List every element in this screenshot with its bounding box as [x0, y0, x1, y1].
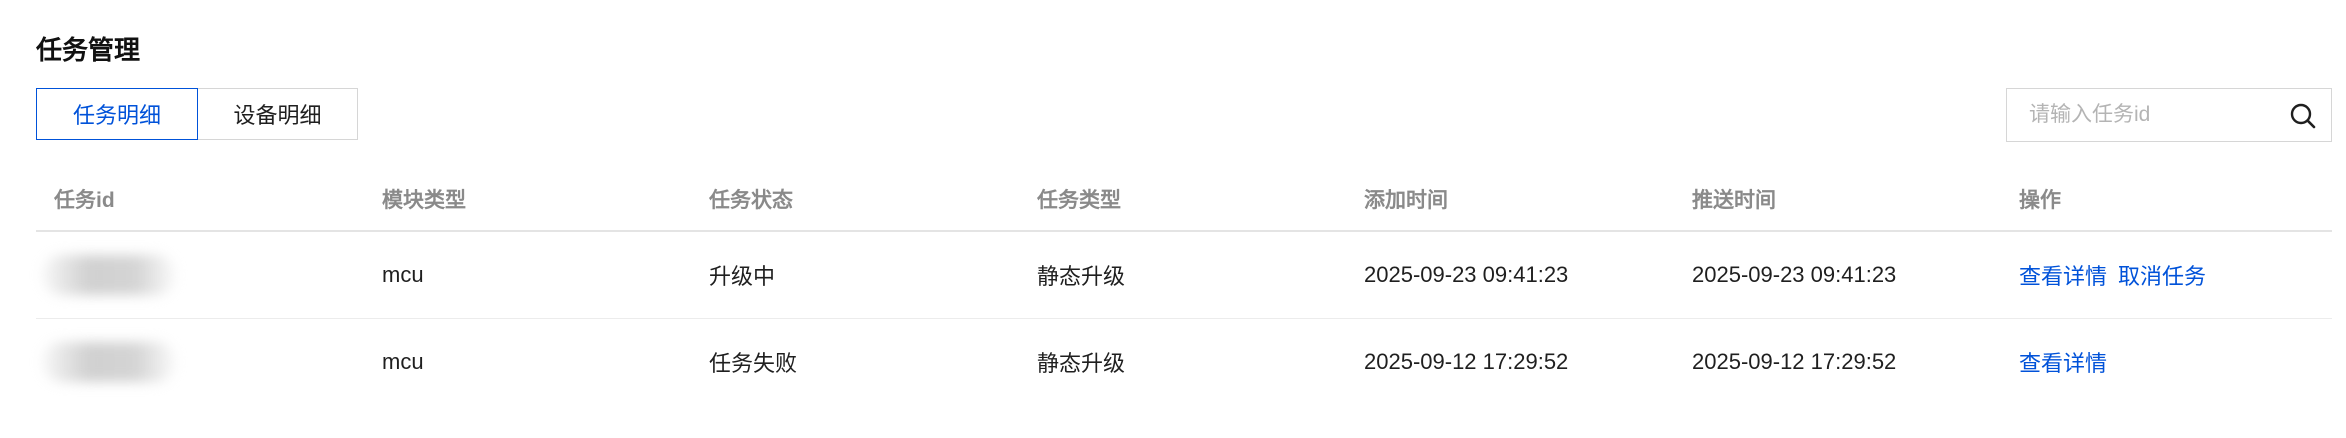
page-title: 任务管理 — [36, 35, 141, 65]
task-type-cell: 静态升级 — [1037, 264, 1126, 289]
task-status-cell: 任务失败 — [709, 351, 798, 376]
table-row: mcu 任务失败 静态升级 2025-09-12 17:29:52 2025-0… — [36, 319, 2332, 405]
module-type-cell: mcu — [382, 349, 424, 374]
search-box — [2006, 88, 2332, 142]
detail-tabs: 任务明细 设备明细 — [36, 88, 358, 140]
table-row: mcu 升级中 静态升级 2025-09-23 09:41:23 2025-09… — [36, 232, 2332, 319]
task-type-cell: 静态升级 — [1037, 351, 1126, 376]
added-time-cell: 2025-09-23 09:41:23 — [1364, 262, 1569, 287]
added-time-cell: 2025-09-12 17:29:52 — [1364, 349, 1569, 374]
cancel-task-link[interactable]: 取消任务 — [2118, 259, 2206, 291]
tab-device-details[interactable]: 设备明细 — [198, 88, 358, 140]
column-header-module-type: 模块类型 — [382, 189, 466, 212]
task-table: 任务id 模块类型 任务状态 任务类型 添加时间 推送时间 操作 mcu 升级中… — [36, 170, 2332, 405]
task-management-page: 任务管理 任务明细 设备明细 任务id 模块类型 任务状态 任务类型 添加时间 … — [0, 0, 2346, 438]
task-status-cell: 升级中 — [709, 264, 776, 289]
column-header-task-id: 任务id — [54, 189, 115, 212]
column-header-task-type: 任务类型 — [1037, 189, 1121, 212]
view-details-link[interactable]: 查看详情 — [2019, 259, 2107, 291]
search-icon[interactable] — [2289, 102, 2317, 130]
push-time-cell: 2025-09-23 09:41:23 — [1692, 262, 1897, 287]
tab-task-details[interactable]: 任务明细 — [36, 88, 198, 140]
task-id-redacted — [42, 342, 176, 382]
view-details-link[interactable]: 查看详情 — [2019, 346, 2107, 378]
column-header-actions: 操作 — [2019, 189, 2061, 212]
module-type-cell: mcu — [382, 262, 424, 287]
table-header: 任务id 模块类型 任务状态 任务类型 添加时间 推送时间 操作 — [36, 170, 2332, 232]
push-time-cell: 2025-09-12 17:29:52 — [1692, 349, 1897, 374]
column-header-added-time: 添加时间 — [1364, 189, 1448, 212]
search-input[interactable] — [2027, 102, 2271, 128]
column-header-task-status: 任务状态 — [709, 189, 793, 212]
column-header-push-time: 推送时间 — [1692, 189, 1776, 212]
task-id-redacted — [42, 255, 176, 295]
